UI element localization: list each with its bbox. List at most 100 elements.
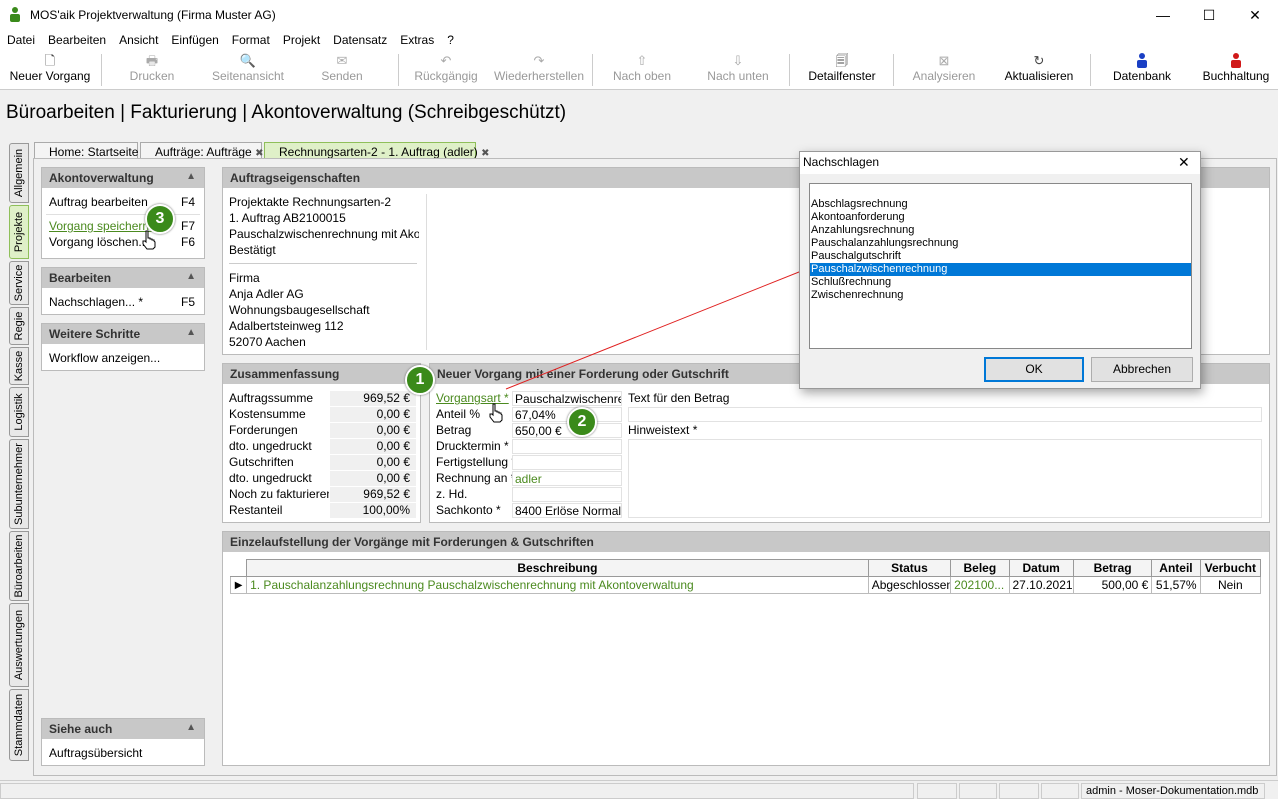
neuer-vorgang-button[interactable]: 🗋 Neuer Vorgang [4, 52, 96, 88]
summary-value: 100,00% [330, 503, 416, 518]
toolbar-separator [893, 54, 894, 86]
close-button[interactable]: ✕ [1232, 0, 1278, 30]
side-tab-auswertungen[interactable]: Auswertungen [9, 603, 29, 687]
maximize-button[interactable]: ☐ [1186, 0, 1232, 30]
datenbank-button[interactable]: Datenbank [1100, 52, 1184, 88]
menu-help[interactable]: ? [440, 30, 460, 47]
beleg-cell[interactable]: 202100... [950, 576, 1010, 594]
list-item[interactable]: Pauschalanzahlungsrechnung [810, 237, 1191, 250]
menu-einfuegen[interactable]: Einfügen [164, 30, 224, 47]
nachschlagen-link[interactable]: Nachschlagen... * F5 [42, 294, 204, 310]
fertigstellung-field[interactable] [512, 455, 622, 470]
menu-bar: Datei Bearbeiten Ansicht Einfügen Format Proj… [0, 30, 1278, 50]
task-pane-weitere-schritte: Weitere Schritte ▲ Workflow anzeigen... [41, 323, 205, 371]
menu-ansicht[interactable]: Ansicht [112, 30, 164, 47]
menu-projekt[interactable]: Projekt [276, 30, 326, 47]
menu-datensatz[interactable]: Datensatz [326, 30, 393, 47]
vorgang-loeschen-link[interactable]: Vorgang löschen... F6 [42, 234, 204, 250]
list-item[interactable]: Anzahlungsrechnung [810, 224, 1191, 237]
minimize-button[interactable]: — [1140, 0, 1186, 30]
workflow-anzeigen-link[interactable]: Workflow anzeigen... [42, 350, 204, 366]
collapse-icon[interactable]: ▲ [186, 271, 196, 282]
list-item[interactable]: Akontoanforderung [810, 211, 1191, 224]
new-doc-icon: 🗋 [44, 53, 56, 68]
side-tab-regie[interactable]: Regie [9, 307, 29, 345]
divider [229, 263, 417, 264]
menu-extras[interactable]: Extras [393, 30, 440, 47]
column-header[interactable]: Beschreibung [246, 559, 869, 577]
table-row[interactable]: ▶ 1. Pauschalanzahlungsrechnung Pauschal… [229, 576, 1262, 594]
sachkonto-field[interactable]: 8400 Erlöse Normalste [512, 503, 622, 518]
column-header[interactable]: Beleg [950, 559, 1010, 577]
ok-button[interactable]: OK [984, 357, 1084, 382]
dialog-close-icon[interactable]: ✕ [1178, 154, 1190, 171]
task-pane-siehe-auch: Siehe auch ▲ Auftragsübersicht [41, 718, 205, 766]
auftrag-bearbeiten-link[interactable]: Auftrag bearbeiten F4 [42, 194, 204, 210]
column-header[interactable]: Datum [1008, 559, 1074, 577]
analysieren-button[interactable]: ⊠ Analysieren [903, 52, 985, 88]
list-item[interactable]: Schlußrechnung [810, 276, 1191, 289]
menu-datei[interactable]: Datei [0, 30, 41, 47]
pane-header: Einzelaufstellung der Vorgänge mit Forde… [223, 532, 1269, 552]
side-tab-bar: Allgemein Projekte Service Regie Kasse L… [9, 143, 29, 763]
nach-unten-button[interactable]: ⇩ Nach unten [694, 52, 782, 88]
hand-cursor-icon [488, 403, 504, 426]
menu-format[interactable]: Format [225, 30, 276, 47]
nach-oben-button[interactable]: ⇧ Nach oben [602, 52, 682, 88]
accounting-user-icon [1196, 52, 1276, 69]
list-item[interactable]: Pauschalgutschrift [810, 250, 1191, 263]
collapse-icon[interactable]: ▲ [186, 722, 196, 733]
side-tab-bueroarbeiten[interactable]: Büroarbeiten [9, 531, 29, 601]
buchhaltung-button[interactable]: Buchhaltung [1196, 52, 1276, 88]
list-item[interactable]: Zwischenrechnung [810, 289, 1191, 302]
summary-value: 0,00 € [330, 439, 416, 454]
collapse-icon[interactable]: ▲ [186, 327, 196, 338]
hinweistext-field[interactable] [628, 439, 1262, 518]
option-list[interactable]: Abschlagsrechnung Akontoanforderung Anza… [809, 183, 1192, 349]
list-item-selected[interactable]: Pauschalzwischenrechnung [810, 263, 1191, 276]
hand-cursor-icon [141, 230, 157, 253]
anteil-cell: 51,57% [1151, 576, 1201, 594]
undo-icon: ↶ [440, 53, 452, 68]
side-tab-service[interactable]: Service [9, 261, 29, 305]
vorgangsart-field[interactable]: Pauschalzwischenrech [512, 391, 622, 406]
vorgang-speichern-link[interactable]: Vorgang speichern... F7 [42, 218, 204, 234]
list-item[interactable]: Abschlagsrechnung [810, 198, 1191, 211]
menu-bearbeiten[interactable]: Bearbeiten [41, 30, 112, 47]
wiederherstellen-button[interactable]: ↷ Wiederherstellen [490, 52, 588, 88]
column-header[interactable]: Anteil [1151, 559, 1201, 577]
task-pane-akontoverwaltung: Akontoverwaltung ▲ Auftrag bearbeiten F4 V… [41, 167, 205, 259]
text-betrag-field[interactable] [628, 407, 1262, 422]
column-header[interactable]: Status [867, 559, 952, 577]
pane-header: Siehe auch ▲ [42, 719, 204, 739]
auftragsuebersicht-link[interactable]: Auftragsübersicht [42, 745, 204, 761]
seitenansicht-button[interactable]: 🔍 Seitenansicht [202, 52, 294, 88]
dialog-title-bar: Nachschlagen ✕ [800, 152, 1200, 174]
drucktermin-field[interactable] [512, 439, 622, 454]
app-icon [8, 6, 22, 22]
column-header[interactable]: Betrag [1072, 559, 1153, 577]
side-tab-kasse[interactable]: Kasse [9, 347, 29, 385]
hinweistext-label: Hinweistext * [628, 423, 698, 437]
beschreibung-cell[interactable]: 1. Pauschalanzahlungsrechnung Pauschalzw… [246, 576, 869, 594]
aktualisieren-button[interactable]: ↻ Aktualisieren [994, 52, 1084, 88]
zhd-field[interactable] [512, 487, 622, 502]
table-header-row: Beschreibung Status Beleg Datum Betrag A… [230, 559, 1262, 577]
drucken-button[interactable]: 🖶 Drucken [112, 52, 192, 88]
side-tab-projekte[interactable]: Projekte [9, 205, 29, 259]
collapse-icon[interactable]: ▲ [186, 171, 196, 182]
side-tab-logistik[interactable]: Logistik [9, 387, 29, 437]
task-pane-bearbeiten: Bearbeiten ▲ Nachschlagen... * F5 [41, 267, 205, 315]
column-header[interactable]: Verbucht [1199, 559, 1262, 577]
abbrechen-button[interactable]: Abbrechen [1091, 357, 1193, 382]
rueckgaengig-button[interactable]: ↶ Rückgängig [408, 52, 484, 88]
side-tab-stammdaten[interactable]: Stammdaten [9, 689, 29, 761]
summary-label: Forderungen [229, 423, 298, 437]
side-tab-allgemein[interactable]: Allgemein [9, 143, 29, 203]
rechnung-an-field[interactable]: adler [512, 471, 622, 486]
step-badge-2: 2 [567, 407, 597, 437]
detailfenster-button[interactable]: 🗐 Detailfenster [799, 52, 885, 88]
senden-button[interactable]: ✉ Senden [304, 52, 380, 88]
side-tab-subunternehmer[interactable]: Subunternehmer [9, 439, 29, 529]
betrag-cell: 500,00 € [1072, 576, 1153, 594]
